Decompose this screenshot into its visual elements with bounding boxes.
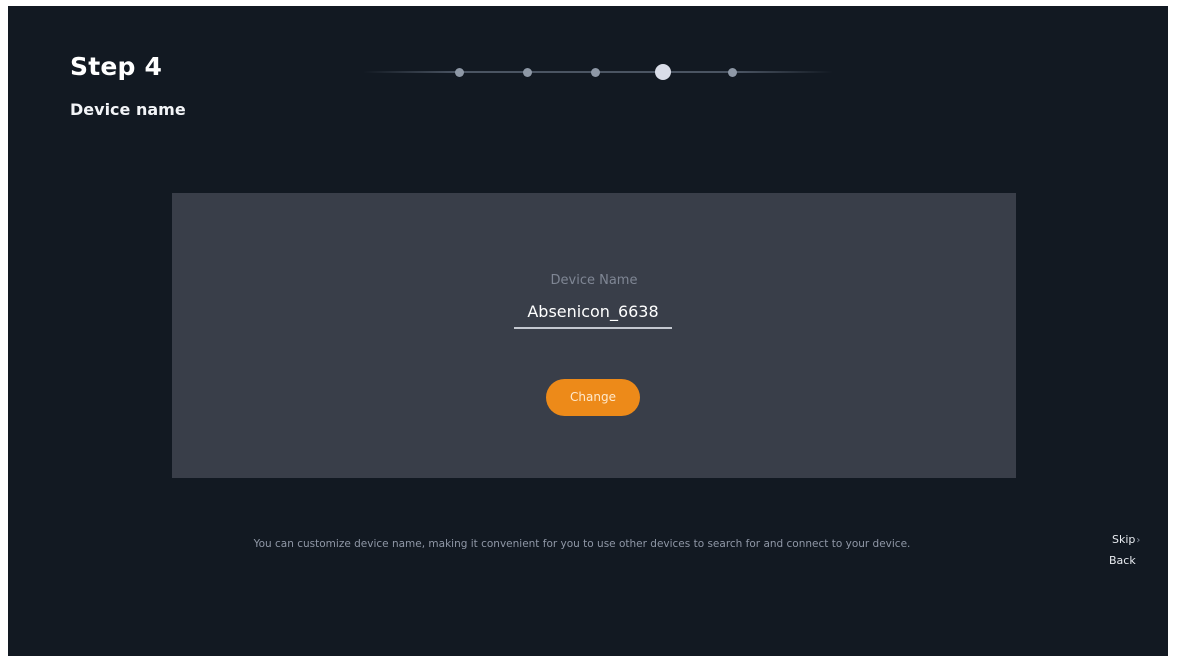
- progress-dot-step-5: [728, 68, 737, 77]
- hint-text: You can customize device name, making it…: [253, 538, 911, 550]
- step-title: Step 4: [70, 52, 163, 81]
- change-button[interactable]: Change: [546, 379, 640, 416]
- setup-screen: Step 4 Device name Device Name Absenicon…: [8, 6, 1168, 656]
- progress-dot-step-4: [655, 64, 671, 80]
- progress-dot-step-1: [455, 68, 464, 77]
- device-name-hint: You can customize device name, making it…: [0, 538, 1169, 550]
- device-name-field[interactable]: Absenicon_6638: [514, 299, 672, 329]
- back-button[interactable]: Back: [1109, 554, 1136, 567]
- progress-dot-step-2: [523, 68, 532, 77]
- progress-dot-step-3: [591, 68, 600, 77]
- device-name-card: Device Name Absenicon_6638 Change: [172, 193, 1016, 478]
- step-subtitle: Device name: [70, 100, 186, 119]
- step-progress-indicator: [363, 60, 833, 84]
- device-name-label: Device Name: [550, 273, 638, 288]
